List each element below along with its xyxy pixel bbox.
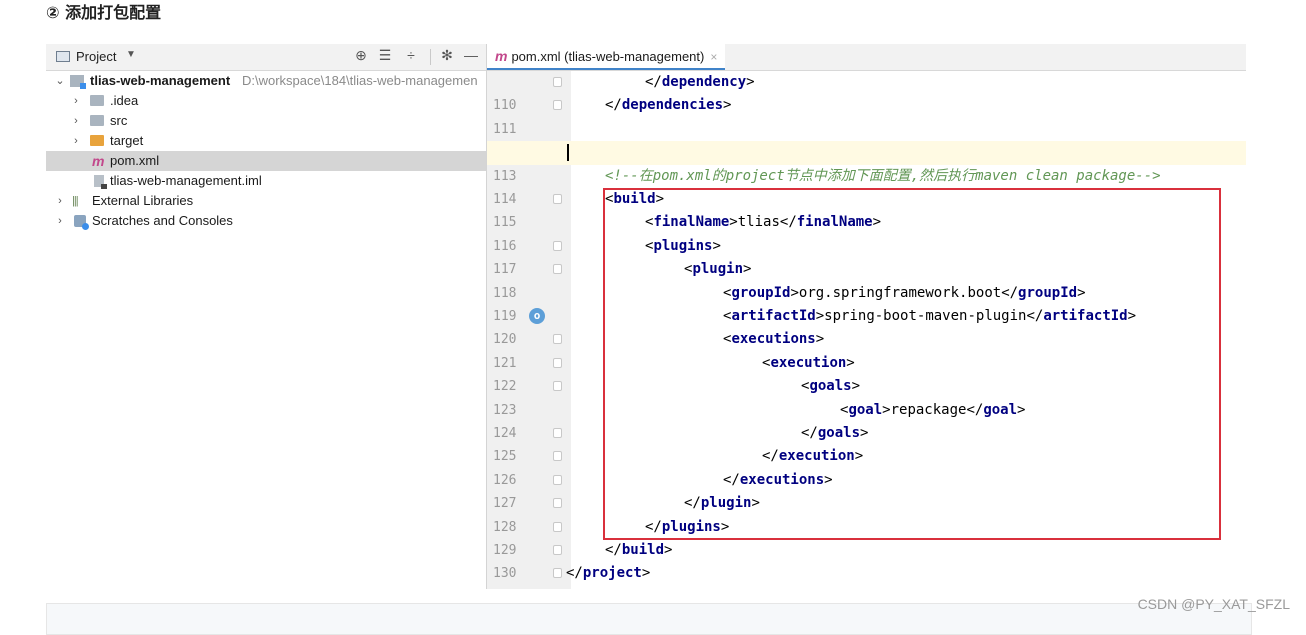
code-line[interactable]: 112 [487, 118, 1246, 160]
code-line[interactable]: 131 </project> [487, 562, 1246, 585]
fold-marker-icon[interactable] [553, 77, 562, 87]
code-line-current[interactable]: 113 [487, 141, 1246, 184]
maven-file-icon: m [495, 48, 508, 64]
fold-marker-icon[interactable] [553, 194, 562, 204]
project-view-selector[interactable]: Project [76, 49, 116, 64]
project-view-icon [56, 51, 70, 62]
code-lines: 110 </dependency> 111 </dependencies> 11… [487, 71, 1246, 589]
module-path: D:\workspace\184\tlias-web-managemen [242, 73, 478, 88]
code-line[interactable]: 110 </dependency> [487, 71, 1246, 113]
iml-file-icon [94, 175, 107, 189]
minimize-icon[interactable]: — [462, 47, 480, 63]
tree-item-iml[interactable]: tlias-web-management.iml [46, 171, 486, 191]
tree-item-label: tlias-web-management [90, 73, 231, 88]
fold-marker-icon[interactable] [553, 451, 562, 462]
project-panel-header: Project ▼ ⊕ ☰ ÷ ✻ — [46, 44, 486, 71]
expand-all-icon[interactable]: ÷ [402, 47, 420, 63]
folder-icon [90, 115, 104, 126]
chevron-down-icon[interactable]: ▼ [126, 49, 136, 60]
chevron-right-icon[interactable]: › [70, 91, 82, 111]
fold-marker-icon[interactable] [553, 568, 562, 579]
code-text: </dependency> [645, 74, 755, 90]
code-text: </build> [605, 542, 673, 558]
tab-pom-xml[interactable]: m pom.xml (tlias-web-management) × [487, 44, 726, 70]
tree-item-pom-xml[interactable]: m pom.xml [46, 151, 486, 171]
code-text: </project> [566, 565, 651, 582]
fold-marker-icon[interactable] [553, 240, 562, 251]
fold-marker-icon[interactable] [553, 498, 562, 509]
editor-panel: m pom.xml (tlias-web-management) × 110 </d… [487, 44, 1246, 589]
spring-boot-gutter-icon[interactable]: o [529, 308, 545, 324]
tree-item-target[interactable]: › target [46, 131, 486, 151]
fold-marker-icon[interactable] [553, 474, 562, 485]
tree-item-label: .idea [110, 93, 139, 108]
gear-icon[interactable]: ✻ [438, 47, 456, 64]
scratches-icon [74, 215, 89, 230]
tree-item-label: src [110, 113, 128, 128]
fold-marker-icon[interactable] [553, 100, 562, 111]
chevron-right-icon[interactable]: › [70, 131, 82, 151]
tree-item-label: External Libraries [92, 193, 194, 208]
tree-item-label: Scratches and Consoles [92, 213, 233, 228]
tab-label: pom.xml (tlias-web-management) [511, 49, 705, 64]
tree-item-idea[interactable]: › .idea [46, 91, 486, 111]
libraries-icon: ||| [72, 195, 79, 207]
tree-item-label: target [110, 133, 144, 148]
toolbar-separator [430, 49, 431, 65]
chevron-right-icon[interactable]: › [54, 211, 66, 231]
code-comment: <!--在pom.xml的project节点中添加下面配置,然后执行maven … [605, 167, 1161, 184]
highlight-box [603, 188, 1221, 540]
folder-orange-icon [90, 135, 104, 146]
ide-window: Project ▼ ⊕ ☰ ÷ ✻ — ⌄ tlias-web-manageme… [46, 44, 1246, 589]
tree-item-label: tlias-web-management.iml [110, 173, 262, 188]
fold-marker-icon[interactable] [553, 381, 562, 392]
fold-marker-icon[interactable] [553, 545, 562, 555]
tree-item-scratches[interactable]: › Scratches and Consoles [46, 211, 486, 231]
locate-icon[interactable]: ⊕ [352, 47, 370, 64]
tree-item-src[interactable]: › src [46, 111, 486, 131]
close-icon[interactable]: × [710, 50, 717, 64]
tree-item-external-libraries[interactable]: › ||| External Libraries [46, 191, 486, 211]
project-panel: Project ▼ ⊕ ☰ ÷ ✻ — ⌄ tlias-web-manageme… [46, 44, 487, 589]
tree-item-label: pom.xml [110, 153, 160, 168]
code-line[interactable]: 114 <!--在pom.xml的project节点中添加下面配置,然后执行ma… [487, 165, 1246, 207]
text-cursor [567, 144, 569, 162]
collapse-all-icon[interactable]: ☰ [376, 47, 394, 64]
code-text: </dependencies> [605, 97, 732, 114]
chevron-right-icon[interactable]: › [70, 111, 82, 131]
chevron-down-icon[interactable]: ⌄ [54, 71, 66, 91]
tree-item-root-module[interactable]: ⌄ tlias-web-management D:\workspace\184\… [46, 71, 486, 91]
section-heading: ② 添加打包配置 [46, 3, 162, 22]
fold-marker-icon[interactable] [553, 264, 562, 275]
editor-tab-bar: m pom.xml (tlias-web-management) × [487, 44, 1246, 71]
code-line[interactable]: 111 </dependencies> [487, 94, 1246, 136]
maven-file-icon: m [92, 153, 105, 169]
chevron-right-icon[interactable]: › [54, 191, 66, 211]
watermark: CSDN @PY_XAT_SFZL [1137, 596, 1290, 612]
folder-icon [90, 95, 104, 106]
fold-marker-icon[interactable] [553, 334, 562, 345]
fold-marker-icon[interactable] [553, 357, 562, 368]
fold-marker-icon[interactable] [553, 428, 562, 438]
bottom-code-block [46, 603, 1252, 635]
module-folder-icon [70, 75, 86, 89]
fold-marker-icon[interactable] [553, 521, 562, 532]
code-line[interactable]: 130 </build> [487, 539, 1246, 581]
line-number: 131 [493, 586, 529, 589]
